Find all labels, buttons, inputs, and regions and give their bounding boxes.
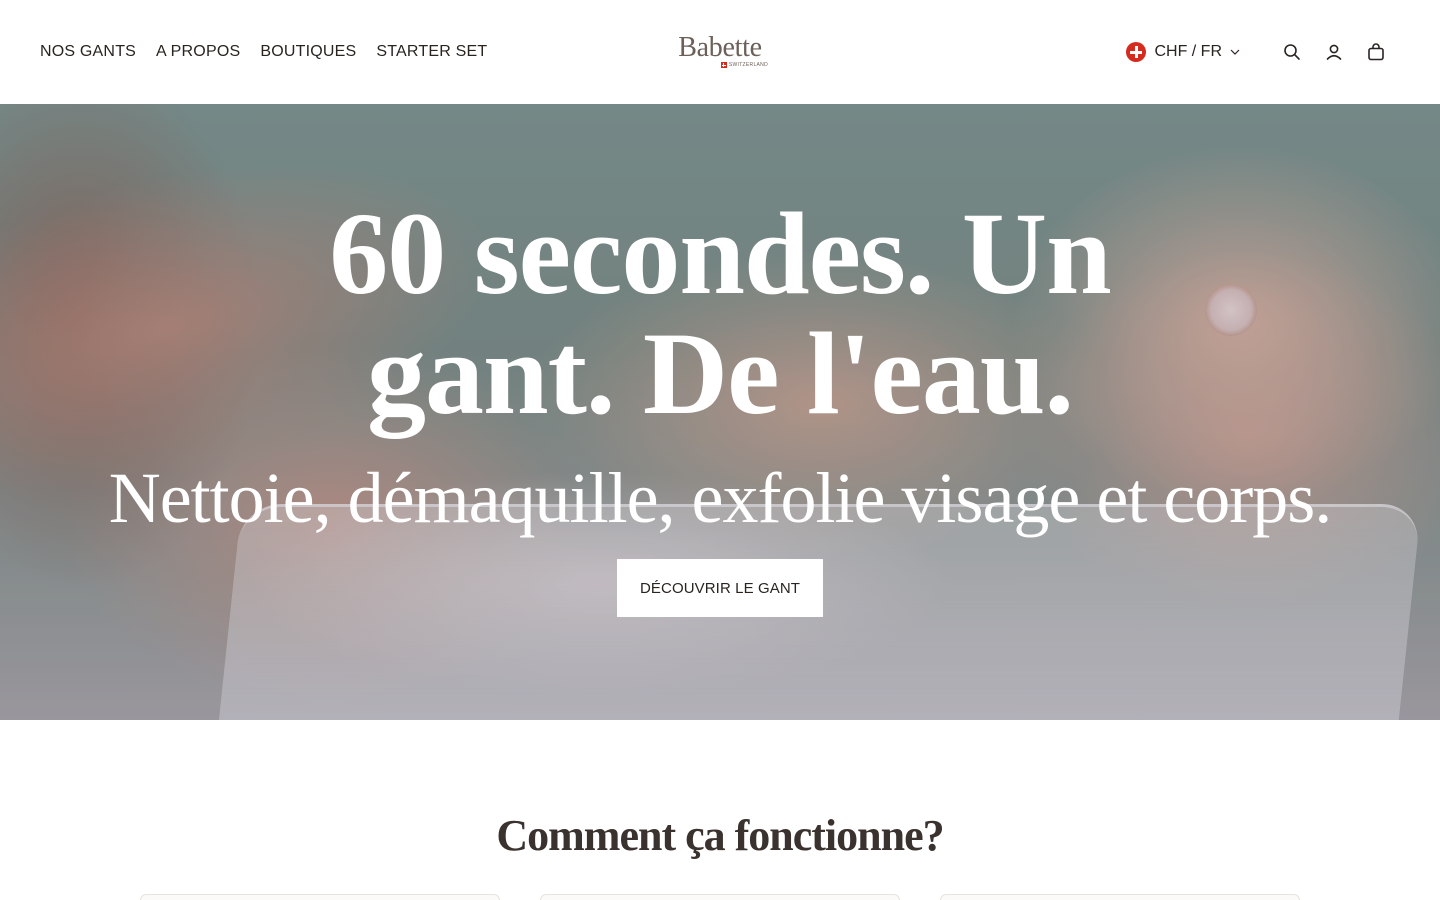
site-header: NOS GANTS A PROPOS BOUTIQUES STARTER SET… (0, 0, 1440, 104)
logo-wordmark: Babette (678, 32, 762, 63)
step-card (140, 894, 500, 900)
site-logo[interactable]: Babette SWITZERLAND (664, 32, 776, 72)
hero-title: 60 secondes. Un gant. De l'eau. (329, 188, 1112, 439)
logo-country-mark: SWITZERLAND (720, 62, 768, 68)
swiss-flag-icon (1126, 42, 1147, 62)
main-nav: NOS GANTS A PROPOS BOUTIQUES STARTER SET (40, 40, 487, 64)
nav-boutiques[interactable]: BOUTIQUES (260, 40, 356, 64)
nav-a-propos[interactable]: A PROPOS (156, 40, 240, 64)
locale-label: CHF / FR (1154, 43, 1222, 60)
nav-starter-set[interactable]: STARTER SET (376, 40, 487, 64)
step-card (940, 894, 1300, 900)
step-card (540, 894, 900, 900)
locale-selector[interactable]: CHF / FR (1126, 40, 1240, 64)
chevron-down-icon (1230, 49, 1240, 55)
search-icon[interactable] (1280, 40, 1304, 64)
header-tools: CHF / FR (1126, 40, 1388, 64)
cart-icon[interactable] (1364, 40, 1388, 64)
logo-country: SWITZERLAND (728, 62, 768, 68)
discover-glove-button[interactable]: DÉCOUVRIR LE GANT (617, 559, 823, 617)
section-title-how-it-works: Comment ça fonctionne? (496, 811, 944, 860)
swiss-flag-mini-icon (720, 62, 727, 68)
hero-subtitle: Nettoie, démaquille, exfolie visage et c… (108, 458, 1333, 538)
hero-banner: 60 secondes. Un gant. De l'eau. Nettoie,… (0, 104, 1440, 720)
nav-nos-gants[interactable]: NOS GANTS (40, 40, 136, 64)
account-icon[interactable] (1322, 40, 1346, 64)
how-it-works-cards (140, 894, 1300, 900)
